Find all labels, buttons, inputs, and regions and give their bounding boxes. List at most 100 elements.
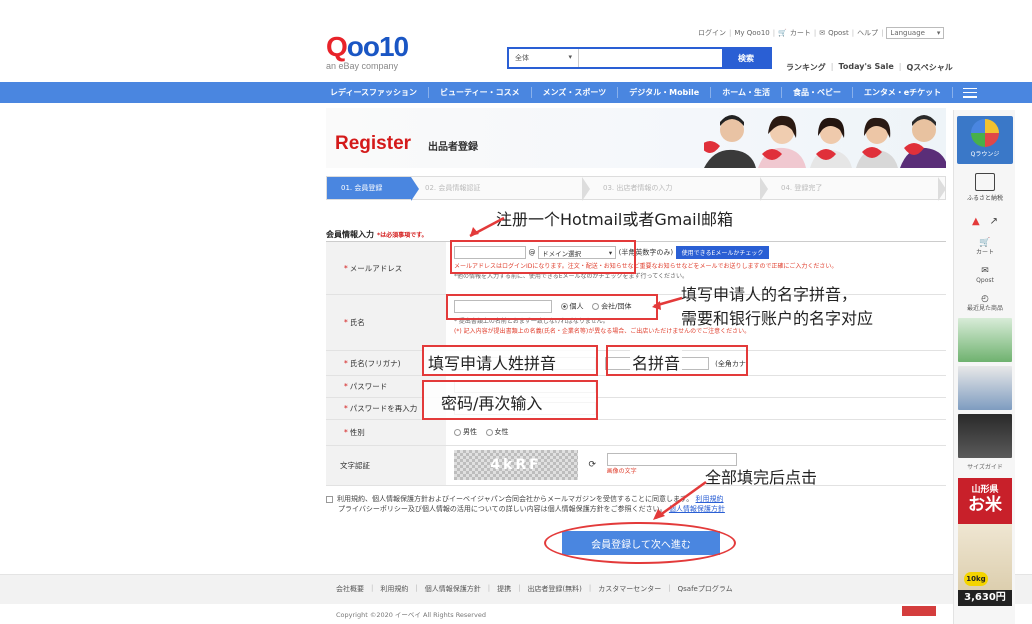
help-link[interactable]: ヘルプ <box>857 28 878 38</box>
footer-link-company[interactable]: 会社概要 <box>336 584 364 594</box>
language-select[interactable]: Language ▾ <box>886 27 945 39</box>
nav-digital[interactable]: デジタル・Mobile <box>618 87 712 98</box>
furigana-label: 氏名(フリガナ) <box>349 358 401 368</box>
gift-icon <box>975 173 995 191</box>
required-asterisk: * <box>344 358 348 368</box>
qlounge-button[interactable]: Qラウンジ <box>957 116 1013 164</box>
search-button[interactable]: 検索 <box>722 49 770 67</box>
registration-steps: 01. 会員登録 02. 会員情報認証 03. 出店者情報の入力 04. 登録完… <box>326 176 946 201</box>
todays-sale-link[interactable]: Today's Sale <box>838 62 893 73</box>
bell-icon[interactable]: ▲ <box>972 216 980 232</box>
step-4: 04. 登録完了 <box>767 177 946 201</box>
footer: 会社概要 | 利用規約 | 個人情報保護方針 | 提携 | 出店者登録(無料) | カスタ… <box>0 574 1032 604</box>
cart-link[interactable]: カート <box>790 28 811 38</box>
captcha-image: 4kRF <box>454 450 578 480</box>
qpost-link[interactable]: Qpost <box>828 29 849 37</box>
myqoo10-link[interactable]: My Qoo10 <box>734 29 769 37</box>
male-label: 男性 <box>463 428 477 436</box>
qoo10-logo[interactable]: Qoo10 an eBay company <box>326 31 409 72</box>
radio-female[interactable] <box>485 428 493 436</box>
name-label: 氏名 <box>349 318 365 327</box>
recent-item-1[interactable] <box>958 318 1012 362</box>
nav-home[interactable]: ホーム・生活 <box>711 87 782 98</box>
register-banner: Register 出品者登録 <box>326 108 946 168</box>
logo-subtitle: an eBay company <box>326 61 399 71</box>
required-asterisk: * <box>344 428 348 437</box>
search-input[interactable] <box>579 49 722 67</box>
footer-link-qsafe[interactable]: Qsafeプログラム <box>678 584 733 594</box>
step-1: 01. 会員登録 <box>327 177 419 201</box>
search-category-select[interactable]: 全体 ▾ <box>509 49 579 67</box>
email-label: メールアドレス <box>349 263 403 273</box>
ranking-link[interactable]: ランキング <box>786 62 826 73</box>
sidebar-qpost[interactable]: ✉ Qpost <box>957 266 1013 285</box>
step-2: 02. 会員情報認証 <box>411 177 590 201</box>
footer-link-terms[interactable]: 利用規約 <box>380 584 408 594</box>
required-note: は必須事項です。 <box>380 232 428 239</box>
search-category-label: 全体 <box>515 54 529 62</box>
email-check-button[interactable]: 使用できるEメールかチェック <box>675 246 770 259</box>
category-nav: レディースファッション ビューティー・コスメ メンズ・スポーツ デジタル・Mob… <box>0 82 1032 103</box>
q-special-link[interactable]: Qスペシャル <box>906 62 952 73</box>
chevron-down-icon: ▾ <box>568 53 572 61</box>
ad-subtitle: お米 <box>968 495 1002 515</box>
captcha-row: 文字認証 4kRF ⟳ 画像の文字 <box>326 446 946 486</box>
form-section-title: 会員情報入力 *は必須事項です。 <box>326 229 428 240</box>
yamagata-rice-ad[interactable]: 山形県 お米 <box>958 478 1012 524</box>
captcha-label: 文字認証 <box>340 461 370 470</box>
annotation-password-tip: 密码/再次输入 <box>441 394 543 413</box>
arrow-email-icon <box>469 216 505 238</box>
share-icon[interactable]: ↗ <box>990 216 998 232</box>
mail-icon: ✉ <box>819 29 826 37</box>
footer-link-customer[interactable]: カスタマーセンター <box>598 584 661 594</box>
search-bar: 全体 ▾ 検索 <box>507 47 772 69</box>
step-3: 03. 出店者情報の入力 <box>589 177 768 201</box>
footer-link-privacy[interactable]: 個人情報保護方針 <box>425 584 481 594</box>
agreement-text-1: 利用規約、個人情報保護方針およびイーベイジャパン合同会社からメールマガジンを受信… <box>337 495 694 503</box>
qlounge-icon <box>971 119 999 147</box>
nav-ladies-fashion[interactable]: レディースファッション <box>326 87 430 98</box>
size-guide-link[interactable]: サイズガイド <box>957 462 1013 474</box>
cart-icon: 🛒 <box>979 238 991 248</box>
right-sidebar: Qラウンジ ふるさと納税 ▲ ↗ 🛒 カート ✉ Qpost ◴ 最近見た商品 … <box>953 110 1015 624</box>
nav-entertainment[interactable]: エンタメ・eチケット <box>853 87 954 98</box>
highlight-submit <box>544 522 736 564</box>
sidebar-recent-label: 最近見た商品 <box>966 305 1003 312</box>
agree-checkbox[interactable] <box>326 495 333 503</box>
nav-mens-sports[interactable]: メンズ・スポーツ <box>532 87 619 98</box>
annotation-given-tip: 名拼音 <box>630 350 683 374</box>
logo-q: Q <box>326 31 348 62</box>
password-row: * パスワード <box>326 376 946 398</box>
recent-item-2[interactable] <box>958 366 1012 410</box>
password-confirm-label: パスワードを再入力 <box>349 404 418 413</box>
arrow-submit-icon <box>653 480 707 520</box>
page-subtitle: 出品者登録 <box>428 142 478 153</box>
nav-beauty[interactable]: ビューティー・コスメ <box>429 87 532 98</box>
menu-icon[interactable] <box>963 87 978 98</box>
banner-people-illustration <box>704 115 946 168</box>
captcha-hint: 画像の文字 <box>606 468 637 475</box>
form-title-text: 会員情報入力 <box>326 230 374 239</box>
language-label: Language <box>890 29 925 37</box>
qsafe-badge <box>902 606 936 616</box>
sidebar-cart[interactable]: 🛒 カート <box>957 238 1013 257</box>
radio-male[interactable] <box>454 428 461 436</box>
sidebar-cart-label: カート <box>975 249 994 256</box>
agreement-text-2: プライバシーポリシー及び個人情報の活用についての詳しい内容は個人情報保護方針をご… <box>338 505 667 513</box>
clock-icon: ◴ <box>981 294 989 304</box>
recent-item-3[interactable] <box>958 414 1012 458</box>
sidebar-recent[interactable]: ◴ 最近見た商品 <box>957 294 1013 313</box>
refresh-icon[interactable]: ⟳ <box>589 460 597 470</box>
nav-food-baby[interactable]: 食品・ベビー <box>782 87 853 98</box>
login-link[interactable]: ログイン <box>698 28 726 38</box>
page-title: Register <box>335 133 412 154</box>
required-asterisk: * <box>344 404 348 413</box>
ad-title: 山形県 <box>971 485 999 495</box>
footer-link-seller[interactable]: 出店者登録(無料) <box>527 584 581 594</box>
annotation-name-tip-1: 填写申请人的名字拼音， <box>681 285 858 304</box>
footer-link-partner[interactable]: 提携 <box>497 584 511 594</box>
furusato-label: ふるさと納税 <box>966 195 1003 202</box>
rice-weight-badge: 10kg <box>964 572 988 586</box>
password-confirm-row: * パスワードを再入力 <box>326 398 946 420</box>
furusato-button[interactable]: ふるさと納税 <box>957 170 1013 210</box>
